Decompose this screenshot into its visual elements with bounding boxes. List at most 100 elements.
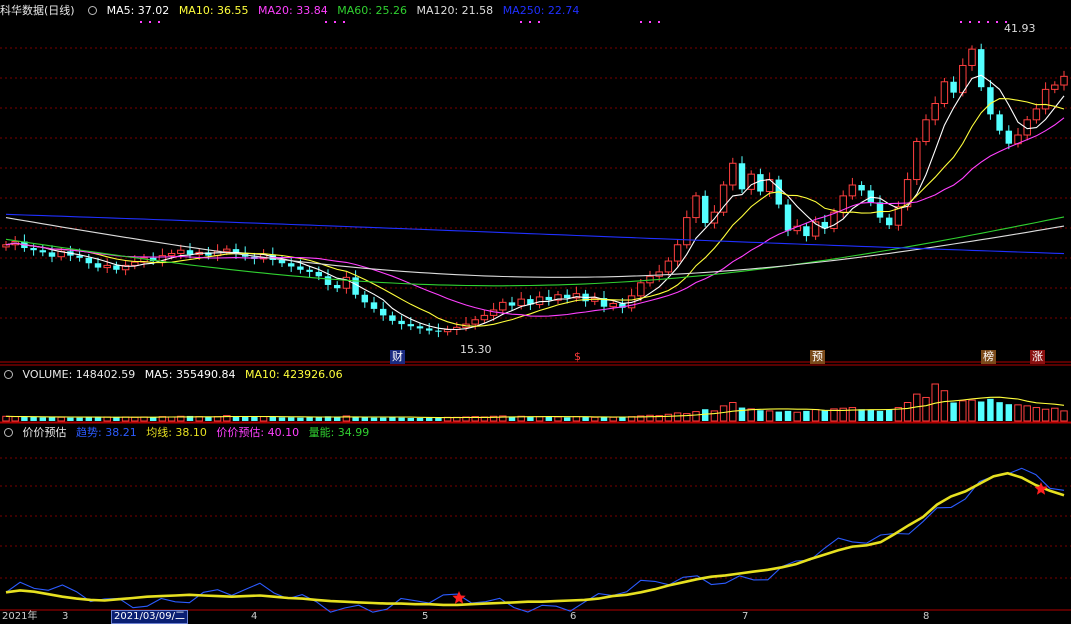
signal-dot-1-325: [325, 21, 327, 23]
candle-body-79: [729, 162, 737, 186]
high-price-label: 41.93: [1004, 22, 1036, 35]
volume-bar-14: [131, 416, 139, 422]
candle-body-44: [407, 324, 415, 327]
candle-body-42: [389, 315, 396, 321]
signal-dot-0-140: [140, 21, 142, 23]
signal-dot-4-969: [969, 21, 971, 23]
marker-rise[interactable]: 涨: [1030, 350, 1045, 364]
volume-bar-75: [692, 411, 700, 422]
candle-body-61: [563, 294, 571, 299]
volume-bar-100: [922, 396, 930, 422]
volume-bar-45: [416, 417, 424, 421]
candle-body-3: [30, 248, 37, 251]
candle-body-41: [379, 308, 387, 316]
volume-bar-39: [361, 417, 369, 421]
volume-bar-87: [803, 410, 810, 421]
marker-forecast[interactable]: 预: [810, 350, 825, 364]
candle-body-9: [85, 257, 93, 264]
candle-body-46: [425, 328, 433, 331]
candle-body-87: [803, 226, 810, 237]
candle-body-72: [664, 260, 673, 273]
stock-chart[interactable]: [0, 0, 1071, 623]
candle-body-34: [315, 271, 323, 277]
volume-bar-59: [545, 416, 553, 421]
candle-body-33: [306, 269, 313, 272]
x-label-apr: 4: [251, 611, 258, 622]
volume-bar-6: [57, 416, 65, 422]
volume-bar-63: [582, 416, 589, 421]
volume-bar-38: [352, 416, 359, 421]
candle-body-35: [324, 276, 332, 285]
volume-bar-1: [11, 416, 19, 422]
candle-body-30: [278, 259, 286, 264]
candle-body-99: [913, 141, 921, 181]
candle-body-66: [609, 302, 617, 308]
candle-body-58: [535, 296, 544, 306]
volume-bar-82: [757, 410, 764, 421]
avg-line: [5, 471, 1065, 607]
candle-body-103: [950, 81, 957, 93]
candle-body-105: [968, 48, 976, 66]
candle-body-5: [48, 252, 56, 257]
x-label-may: 5: [422, 611, 429, 622]
volume-bar-113: [1041, 408, 1050, 422]
volume-bar-42: [389, 417, 396, 421]
candle-body-109: [1005, 130, 1013, 144]
candle-body-36: [333, 284, 341, 289]
volume-bar-80: [738, 407, 746, 421]
signal-dot-3-658: [658, 21, 660, 23]
candle-body-24: [223, 248, 231, 252]
volume-bar-114: [1051, 407, 1059, 422]
volume-bar-112: [1032, 407, 1041, 422]
candle-body-96: [885, 217, 893, 226]
volume-bar-105: [968, 399, 976, 422]
volume-bar-115: [1060, 410, 1068, 422]
marker-finance[interactable]: 财: [390, 350, 405, 364]
candle-body-92: [848, 184, 857, 197]
candle-body-18: [167, 252, 176, 257]
marker-dollar[interactable]: $: [572, 350, 583, 364]
marker-ranking[interactable]: 榜: [981, 350, 996, 364]
candle-body-8: [76, 255, 83, 258]
x-label-cursor-date[interactable]: 2021/03/09/二: [111, 610, 189, 624]
volume-bar-3: [30, 416, 37, 421]
candle-body-94: [867, 190, 875, 203]
signal-dot-4-987: [987, 21, 989, 23]
trend-line: [5, 467, 1065, 613]
volume-bar-41: [379, 417, 387, 421]
candle-body-69: [637, 282, 645, 297]
volume-bar-2: [21, 416, 28, 421]
buy-star-icon: [452, 591, 466, 604]
candle-body-115: [1060, 75, 1068, 86]
volume-bar-94: [867, 409, 875, 421]
candle-body-59: [545, 296, 553, 301]
candle-body-78: [719, 184, 728, 213]
volume-bar-110: [1014, 404, 1022, 422]
x-label-aug: 8: [923, 611, 930, 622]
signal-dot-1-334: [334, 21, 336, 23]
signal-dot-4-996: [996, 21, 998, 23]
x-label-jul: 7: [742, 611, 749, 622]
ma10-line: [5, 98, 1065, 327]
volume-bar-98: [903, 402, 912, 422]
volume-bar-76: [701, 409, 709, 421]
volume-bar-66: [609, 416, 617, 422]
volume-bar-58: [535, 416, 544, 422]
signal-dot-2-520: [520, 21, 522, 23]
signal-dot-1-343: [343, 21, 345, 23]
low-price-label: 15.30: [460, 343, 492, 356]
candle-body-47: [435, 330, 442, 332]
candle-body-80: [738, 163, 746, 190]
candle-body-76: [701, 195, 709, 224]
candle-body-45: [416, 326, 424, 329]
candle-body-74: [683, 217, 691, 246]
candle-body-51: [471, 319, 479, 325]
volume-bar-31: [287, 417, 295, 421]
volume-bar-83: [765, 410, 774, 422]
candle-body-40: [370, 302, 378, 309]
volume-bar-9: [85, 417, 93, 421]
candle-body-54: [499, 301, 507, 311]
signal-dot-3-640: [640, 21, 642, 23]
volume-bar-107: [987, 398, 994, 421]
candle-body-75: [692, 195, 700, 219]
